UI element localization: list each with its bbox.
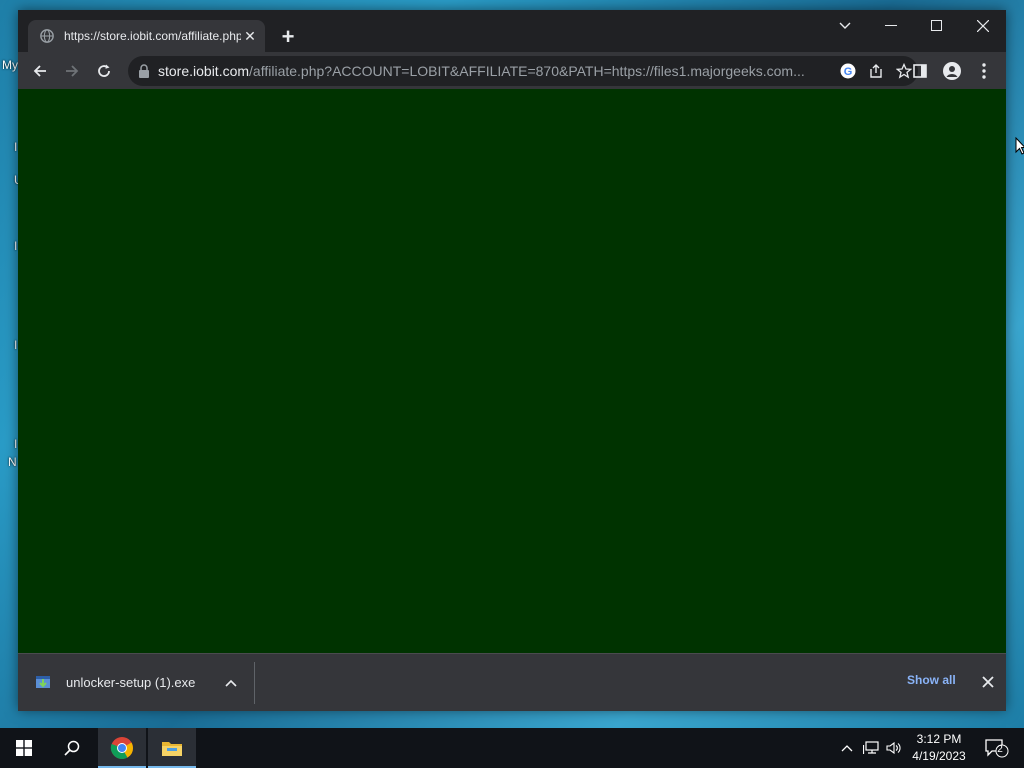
- browser-toolbar: store.iobit.com/affiliate.php?ACCOUNT=LO…: [18, 52, 1006, 89]
- lock-icon[interactable]: [138, 64, 150, 78]
- clock-time: 3:12 PM: [916, 732, 962, 746]
- taskbar-chrome[interactable]: [98, 728, 146, 768]
- divider: [254, 662, 255, 704]
- svg-text:G: G: [844, 66, 853, 78]
- download-file-name: unlocker-setup (1).exe: [66, 674, 196, 690]
- download-options-button[interactable]: [225, 675, 237, 690]
- network-button[interactable]: [860, 728, 882, 768]
- maximize-button[interactable]: [914, 10, 960, 42]
- google-lens-button[interactable]: G: [834, 57, 862, 85]
- url-path: /affiliate.php?ACCOUNT=LOBIT&AFFILIATE=8…: [249, 63, 805, 79]
- desktop-icon-label[interactable]: My: [2, 58, 18, 72]
- new-tab-button[interactable]: +: [276, 24, 300, 49]
- clock-date: 4/19/2023: [912, 749, 966, 763]
- folder-icon: [162, 742, 182, 756]
- show-all-button[interactable]: Show all: [907, 673, 956, 687]
- globe-icon: [40, 29, 54, 43]
- desktop-icon-label[interactable]: I: [14, 140, 17, 154]
- minimize-button[interactable]: [868, 10, 914, 42]
- desktop-icon-label[interactable]: I: [14, 239, 17, 253]
- reload-icon: [98, 64, 110, 77]
- arrow-left-icon: [33, 65, 46, 77]
- close-icon: [982, 676, 994, 688]
- network-icon: [863, 741, 879, 754]
- kebab-menu-icon: [982, 63, 986, 79]
- search-icon: [64, 740, 80, 756]
- reload-button[interactable]: [91, 58, 117, 84]
- notification-badge: 2: [997, 744, 1003, 755]
- menu-button[interactable]: [971, 58, 997, 84]
- show-hidden-icons-button[interactable]: [838, 728, 856, 768]
- share-icon: [870, 64, 882, 78]
- address-bar[interactable]: store.iobit.com/affiliate.php?ACCOUNT=LO…: [128, 56, 918, 86]
- tab-strip: https://store.iobit.com/affiliate.php?AC…: [18, 10, 1006, 52]
- desktop-icon-label[interactable]: I: [14, 338, 17, 352]
- browser-window: https://store.iobit.com/affiliate.php?AC…: [18, 10, 1006, 711]
- chrome-icon: [110, 737, 133, 759]
- search-button[interactable]: [48, 728, 96, 768]
- windows-logo-icon: [16, 740, 32, 756]
- mouse-cursor-icon: [1015, 137, 1024, 155]
- profile-icon: [943, 62, 961, 80]
- close-tab-icon[interactable]: ✕: [241, 27, 259, 45]
- back-button[interactable]: [27, 58, 53, 84]
- maximize-icon: [931, 20, 942, 31]
- chevron-down-icon: [839, 22, 851, 29]
- profile-button[interactable]: [939, 58, 965, 84]
- desktop-icon-label[interactable]: N: [8, 455, 17, 469]
- share-button[interactable]: [862, 57, 890, 85]
- download-bar: unlocker-setup (1).exe Show all: [18, 653, 1006, 711]
- page-content[interactable]: [18, 89, 1006, 653]
- minimize-icon: [885, 25, 897, 26]
- chevron-up-icon: [841, 745, 853, 752]
- close-window-button[interactable]: [960, 10, 1006, 42]
- taskbar-file-explorer[interactable]: [148, 728, 196, 768]
- start-button[interactable]: [0, 728, 48, 768]
- url-host: store.iobit.com: [158, 63, 250, 79]
- close-download-bar-button[interactable]: [976, 670, 1000, 694]
- browser-tab[interactable]: https://store.iobit.com/affiliate.php?AC…: [28, 20, 265, 52]
- side-panel-button[interactable]: [907, 58, 933, 84]
- tab-search-button[interactable]: [822, 10, 868, 42]
- clock[interactable]: 3:12 PM 4/19/2023: [906, 731, 972, 765]
- tab-title: https://store.iobit.com/affiliate.php?AC…: [64, 29, 241, 43]
- arrow-right-icon: [66, 65, 79, 77]
- taskbar: 3:12 PM 4/19/2023 2: [0, 728, 1024, 768]
- google-icon: G: [840, 63, 856, 79]
- desktop-icon-label[interactable]: I: [14, 437, 17, 451]
- installer-file-icon: [36, 676, 50, 688]
- forward-button[interactable]: [59, 58, 85, 84]
- download-item[interactable]: unlocker-setup (1).exe: [34, 667, 237, 697]
- action-center-button[interactable]: 2: [980, 728, 1014, 768]
- side-panel-icon: [913, 64, 927, 78]
- volume-button[interactable]: [884, 728, 904, 768]
- url-text[interactable]: store.iobit.com/affiliate.php?ACCOUNT=LO…: [158, 63, 834, 79]
- close-icon: [977, 20, 989, 32]
- speaker-icon: [886, 741, 901, 755]
- chevron-up-icon: [225, 679, 237, 687]
